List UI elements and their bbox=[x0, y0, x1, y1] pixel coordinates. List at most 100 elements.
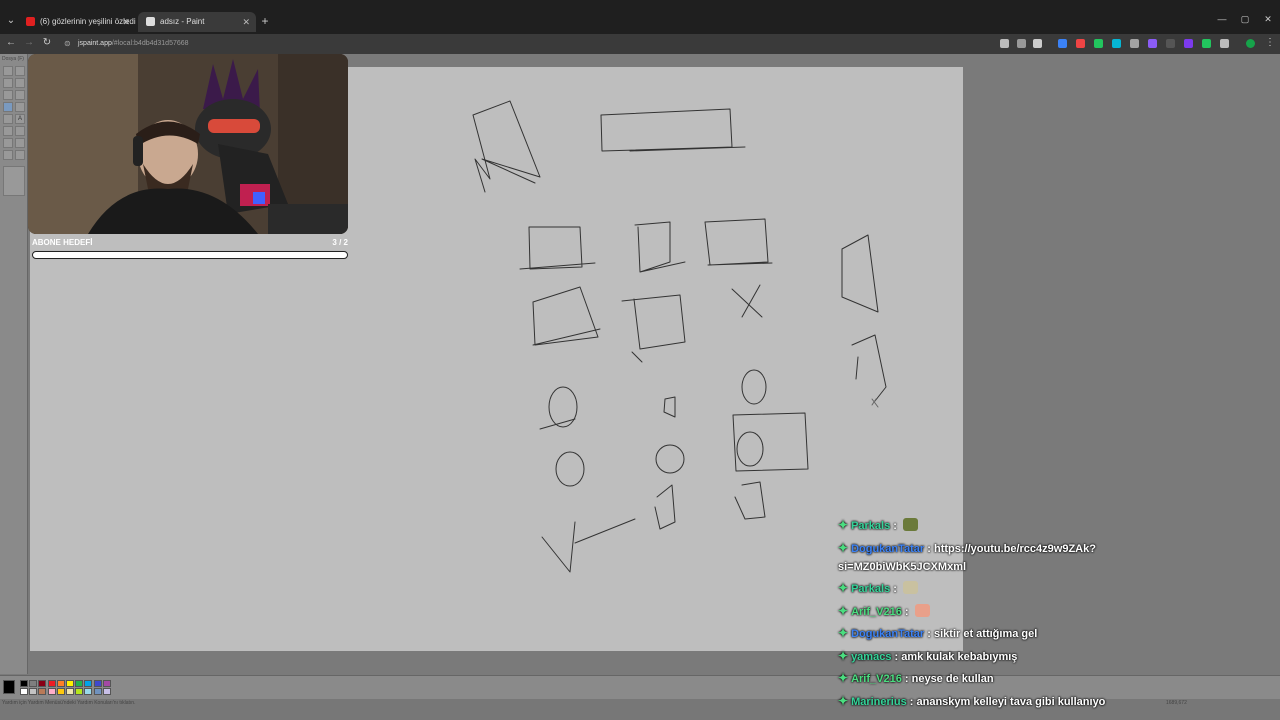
profile-avatar[interactable] bbox=[1246, 39, 1255, 48]
palette-swatch[interactable] bbox=[102, 680, 111, 687]
sub-badge-icon: ✦ bbox=[838, 518, 849, 532]
bookmark-star-icon[interactable] bbox=[1033, 39, 1042, 48]
palette-swatch[interactable] bbox=[47, 688, 56, 695]
pick-color-tool[interactable] bbox=[3, 90, 13, 100]
address-bar[interactable]: ⊜ jspaint.app/#local:b4db4d31d57668 bbox=[60, 36, 990, 52]
sub-badge-icon: ✦ bbox=[838, 693, 849, 708]
chat-message: ✦ DogukanTatar : https://youtu.be/rcc4z9w… bbox=[838, 539, 1178, 576]
text-tool[interactable]: A bbox=[15, 114, 25, 124]
palette-swatch[interactable] bbox=[29, 688, 38, 695]
palette-swatch[interactable] bbox=[75, 680, 84, 687]
palette-swatch[interactable] bbox=[66, 688, 74, 695]
back-icon[interactable]: ← bbox=[4, 37, 18, 48]
palette-swatch[interactable] bbox=[20, 688, 28, 695]
ellipse-tool[interactable] bbox=[3, 150, 13, 160]
sub-badge-icon: ✦ bbox=[838, 648, 849, 663]
line-tool[interactable] bbox=[3, 126, 13, 136]
airbrush-tool[interactable] bbox=[3, 114, 13, 124]
extension-icon[interactable] bbox=[1202, 39, 1211, 48]
sub-badge-icon: ✦ bbox=[838, 540, 849, 555]
chat-username[interactable]: DogukanTatar bbox=[851, 543, 924, 555]
extension-icon[interactable] bbox=[1148, 39, 1157, 48]
extension-icon[interactable] bbox=[1058, 39, 1067, 48]
magnifier-tool[interactable] bbox=[15, 90, 25, 100]
chat-username[interactable]: Parkals bbox=[851, 583, 890, 595]
palette-swatch[interactable] bbox=[84, 688, 93, 695]
fill-tool[interactable] bbox=[15, 78, 25, 88]
forward-icon[interactable]: → bbox=[22, 37, 36, 48]
site-info-icon[interactable]: ⊜ bbox=[64, 36, 71, 52]
chat-username[interactable]: yamacs bbox=[851, 651, 891, 663]
paint-favicon-icon bbox=[146, 17, 155, 26]
cursor-mark bbox=[871, 398, 879, 408]
chat-username[interactable]: Parkals bbox=[851, 520, 890, 532]
subscriber-goal: ABONE HEDEFİ 3 / 2 bbox=[32, 238, 348, 262]
close-tab-icon[interactable]: ✕ bbox=[242, 12, 250, 32]
palette-swatch[interactable] bbox=[56, 688, 65, 695]
chat-text: neyse de kullan bbox=[911, 673, 994, 685]
curve-tool[interactable] bbox=[15, 126, 25, 136]
chat-username[interactable]: Marinerius bbox=[851, 696, 907, 708]
tool-options[interactable] bbox=[3, 166, 25, 196]
chat-separator: : bbox=[924, 542, 934, 555]
maximize-icon[interactable]: ▢ bbox=[1235, 14, 1255, 25]
webcam-image bbox=[28, 54, 348, 234]
doodle-stroke bbox=[541, 518, 636, 573]
extension-icon[interactable] bbox=[1094, 39, 1103, 48]
palette-swatch[interactable] bbox=[93, 680, 102, 687]
palette-swatch[interactable] bbox=[102, 688, 111, 695]
palette-swatch[interactable] bbox=[93, 688, 102, 695]
extension-icon[interactable] bbox=[1166, 39, 1175, 48]
palette-swatch[interactable] bbox=[29, 680, 38, 687]
reload-icon[interactable]: ↻ bbox=[40, 37, 54, 48]
doodle-stroke bbox=[472, 100, 541, 193]
eraser-tool[interactable] bbox=[3, 78, 13, 88]
extension-icon[interactable] bbox=[1076, 39, 1085, 48]
palette-swatch[interactable] bbox=[20, 680, 28, 687]
rounded-rectangle-tool[interactable] bbox=[15, 150, 25, 160]
doodle-stroke bbox=[654, 484, 676, 530]
extension-icon[interactable] bbox=[1184, 39, 1193, 48]
tab-search-icon[interactable]: ⌄ bbox=[4, 14, 18, 28]
webcam-overlay bbox=[28, 54, 348, 234]
extensions-puzzle-icon[interactable] bbox=[1220, 39, 1229, 48]
close-window-icon[interactable]: ✕ bbox=[1258, 14, 1278, 25]
sub-badge-icon: ✦ bbox=[838, 671, 849, 685]
sub-badge-icon: ✦ bbox=[838, 603, 849, 618]
palette-swatch[interactable] bbox=[75, 688, 84, 695]
rectangle-tool[interactable] bbox=[3, 138, 13, 148]
new-tab-icon[interactable]: + bbox=[258, 14, 272, 28]
pencil-tool[interactable] bbox=[3, 102, 13, 112]
brush-tool[interactable] bbox=[15, 102, 25, 112]
tab-youtube[interactable]: (6) gözlerinin yeşilini özledim - ✕ bbox=[18, 12, 136, 32]
chat-username[interactable]: Arif_V216 bbox=[851, 606, 902, 618]
close-tab-icon[interactable]: ✕ bbox=[122, 12, 130, 32]
install-app-icon[interactable] bbox=[1000, 39, 1009, 48]
polygon-tool[interactable] bbox=[15, 138, 25, 148]
eye-off-icon[interactable] bbox=[1017, 39, 1026, 48]
doodle-stroke bbox=[532, 286, 601, 346]
palette-swatch[interactable] bbox=[47, 680, 56, 687]
goal-title: ABONE HEDEFİ bbox=[32, 238, 93, 247]
minimize-icon[interactable]: — bbox=[1212, 14, 1232, 24]
menu-kebab-icon[interactable]: ⋮ bbox=[1263, 37, 1277, 48]
tab-paint[interactable]: adsız - Paint ✕ bbox=[138, 12, 256, 32]
current-color-swatch[interactable] bbox=[3, 680, 15, 694]
palette-swatch[interactable] bbox=[38, 688, 47, 695]
chat-separator: : bbox=[890, 520, 900, 532]
palette-swatch[interactable] bbox=[38, 680, 47, 687]
chat-message: ✦ yamacs : amk kulak kebabıymış bbox=[838, 647, 1178, 666]
chat-separator: : bbox=[891, 650, 902, 663]
sub-badge-icon: ✦ bbox=[838, 581, 849, 595]
chat-username[interactable]: DogukanTatar bbox=[851, 628, 924, 640]
chat-username[interactable]: Arif_V216 bbox=[851, 673, 902, 685]
select-tool[interactable] bbox=[15, 66, 25, 76]
file-menu[interactable]: Dosya (F) bbox=[2, 56, 24, 62]
palette-swatch[interactable] bbox=[66, 680, 74, 687]
free-select-tool[interactable] bbox=[3, 66, 13, 76]
extension-icon[interactable] bbox=[1130, 39, 1139, 48]
palette-swatch[interactable] bbox=[56, 680, 65, 687]
extension-icon[interactable] bbox=[1112, 39, 1121, 48]
doodle-stroke bbox=[731, 284, 763, 318]
palette-swatch[interactable] bbox=[84, 680, 93, 687]
